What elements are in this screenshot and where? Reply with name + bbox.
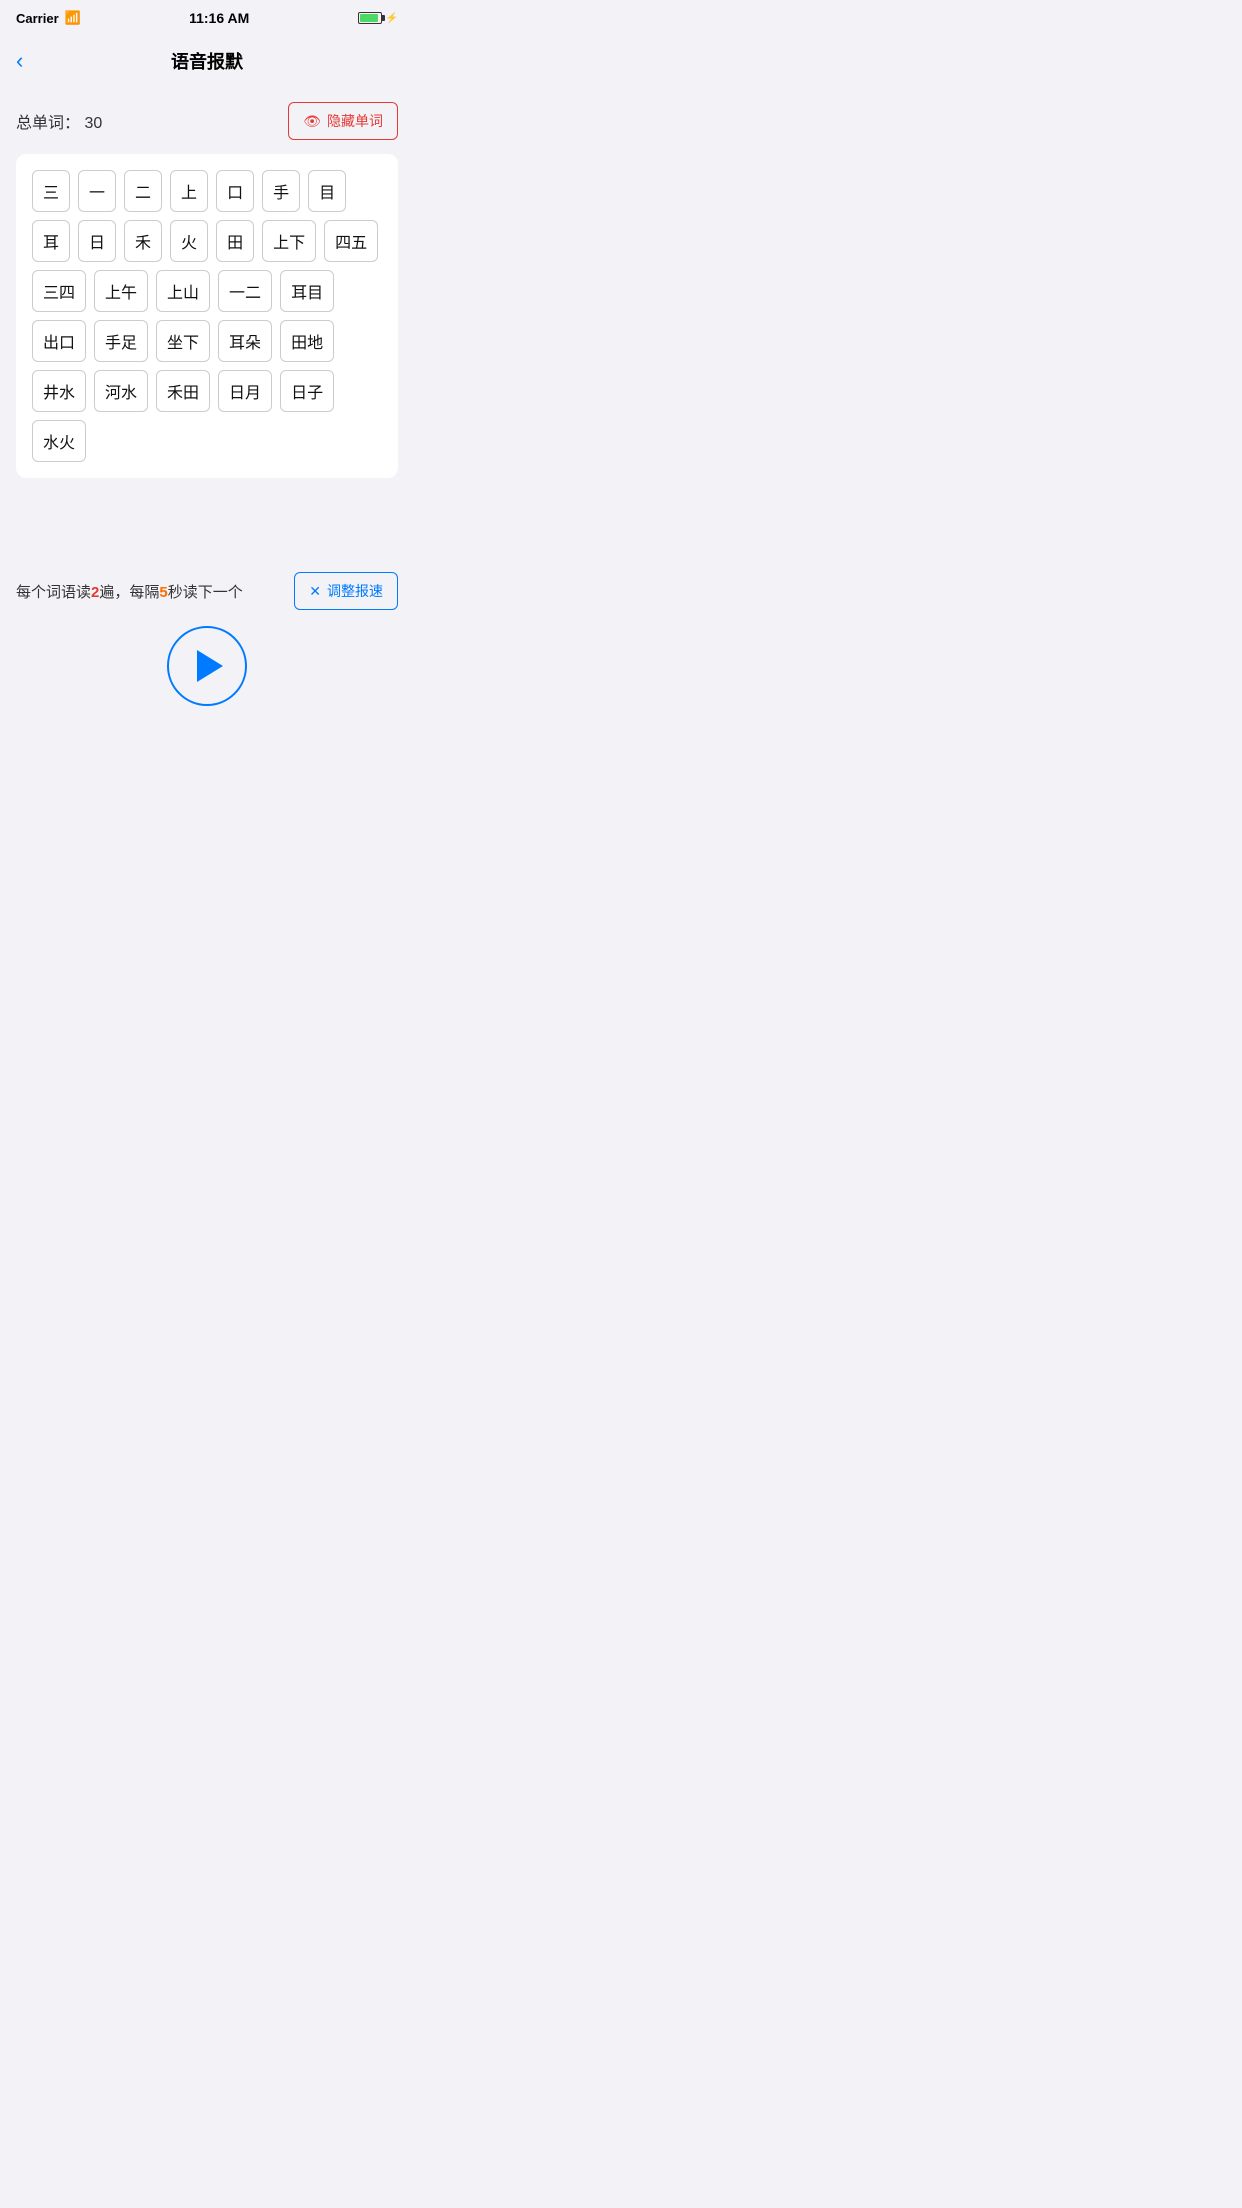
word-chip[interactable]: 四五 — [324, 220, 378, 262]
main-content: 总单词： 30 👁 隐藏单词 三一二上口手目耳日禾火田上下四五三四上午上山一二耳… — [0, 86, 414, 552]
word-chip[interactable]: 耳 — [32, 220, 70, 262]
word-chip[interactable]: 二 — [124, 170, 162, 212]
charging-icon: ⚡ — [386, 13, 398, 24]
word-chip[interactable]: 禾田 — [156, 370, 210, 412]
word-chip[interactable]: 坐下 — [156, 320, 210, 362]
word-chip[interactable]: 田地 — [280, 320, 334, 362]
battery-fill — [360, 14, 378, 22]
play-icon — [197, 650, 223, 682]
adjust-speed-label: 调整报速 — [327, 581, 383, 601]
word-chip[interactable]: 日 — [78, 220, 116, 262]
word-chip[interactable]: 水火 — [32, 420, 86, 462]
carrier-text: Carrier — [16, 11, 59, 26]
reading-suffix: 秒读下一个 — [168, 584, 243, 601]
play-button[interactable] — [167, 626, 247, 706]
word-chip[interactable]: 口 — [216, 170, 254, 212]
word-chip[interactable]: 耳朵 — [218, 320, 272, 362]
hide-words-button[interactable]: 👁 隐藏单词 — [288, 102, 398, 140]
battery-icon — [358, 12, 382, 24]
status-battery: ⚡ — [358, 12, 398, 24]
status-time: 11:16 AM — [189, 10, 249, 26]
reading-prefix: 每个词语读 — [16, 584, 91, 601]
word-chip[interactable]: 手 — [262, 170, 300, 212]
word-chip[interactable]: 禾 — [124, 220, 162, 262]
total-words-label: 总单词： 30 — [16, 109, 102, 133]
reading-middle: 遍，每隔 — [99, 584, 159, 601]
word-chip[interactable]: 井水 — [32, 370, 86, 412]
word-chip[interactable]: 目 — [308, 170, 346, 212]
word-chip[interactable]: 上午 — [94, 270, 148, 312]
word-chip[interactable]: 上下 — [262, 220, 316, 262]
eye-icon: 👁 — [303, 113, 321, 130]
back-button[interactable]: ‹ — [16, 48, 23, 74]
word-chip[interactable]: 一 — [78, 170, 116, 212]
page-title: 语音报默 — [171, 48, 243, 74]
total-words-prefix: 总单词： — [16, 115, 80, 132]
word-chip[interactable]: 一二 — [218, 270, 272, 312]
adjust-speed-button[interactable]: ✕ 调整报速 — [294, 572, 398, 610]
word-chip[interactable]: 出口 — [32, 320, 86, 362]
word-chip[interactable]: 上 — [170, 170, 208, 212]
adjust-icon: ✕ — [309, 583, 321, 600]
status-bar: Carrier 📶 11:16 AM ⚡ — [0, 0, 414, 36]
word-chip[interactable]: 日子 — [280, 370, 334, 412]
status-carrier: Carrier 📶 — [16, 10, 81, 26]
word-chip[interactable]: 火 — [170, 220, 208, 262]
nav-bar: ‹ 语音报默 — [0, 36, 414, 86]
word-chip[interactable]: 耳目 — [280, 270, 334, 312]
total-words-count: 30 — [84, 115, 102, 132]
word-chip[interactable]: 河水 — [94, 370, 148, 412]
reading-info-row: 每个词语读2遍，每隔5秒读下一个 ✕ 调整报速 — [16, 572, 398, 610]
word-chip[interactable]: 三 — [32, 170, 70, 212]
word-chip[interactable]: 田 — [216, 220, 254, 262]
wifi-icon: 📶 — [65, 10, 81, 26]
bottom-area: 每个词语读2遍，每隔5秒读下一个 ✕ 调整报速 — [0, 552, 414, 736]
words-container: 三一二上口手目耳日禾火田上下四五三四上午上山一二耳目出口手足坐下耳朵田地井水河水… — [16, 154, 398, 478]
stats-row: 总单词： 30 👁 隐藏单词 — [16, 102, 398, 140]
word-chip[interactable]: 手足 — [94, 320, 148, 362]
hide-words-label: 隐藏单词 — [327, 111, 383, 131]
word-chip[interactable]: 三四 — [32, 270, 86, 312]
reading-info: 每个词语读2遍，每隔5秒读下一个 — [16, 581, 243, 602]
reading-seconds: 5 — [159, 584, 167, 601]
word-chip[interactable]: 日月 — [218, 370, 272, 412]
word-chip[interactable]: 上山 — [156, 270, 210, 312]
